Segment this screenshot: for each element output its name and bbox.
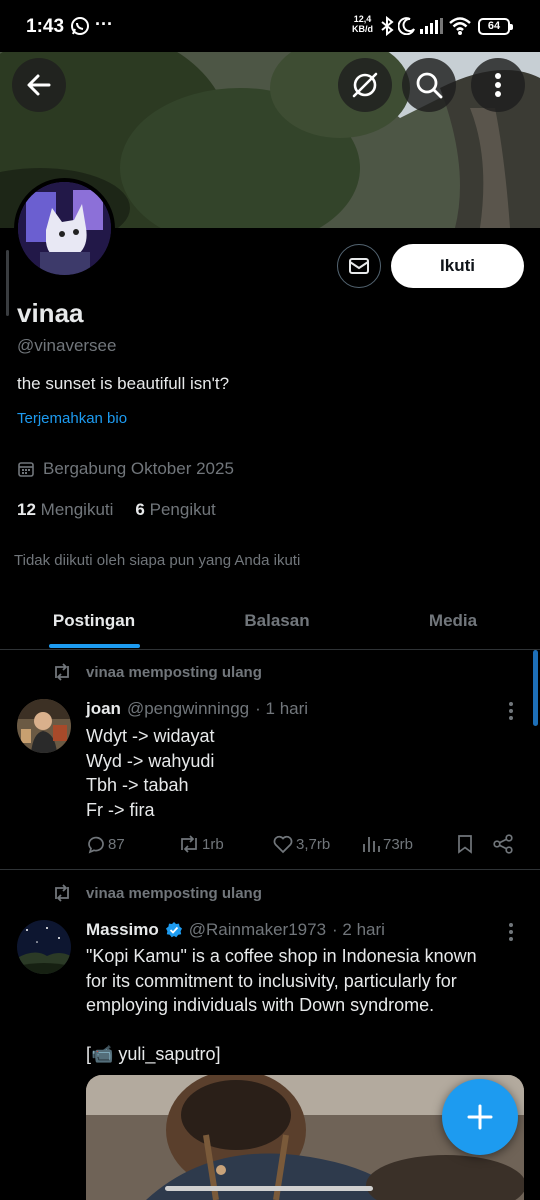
post-text: Wdyt -> widayat Wyd -> wahyudi Tbh -> ta… bbox=[86, 726, 215, 820]
views-button[interactable]: 73rb bbox=[361, 834, 413, 854]
vertical-dots-icon bbox=[509, 702, 513, 720]
reply-button[interactable]: 87 bbox=[86, 834, 125, 854]
post-author-avatar[interactable] bbox=[17, 699, 71, 753]
moon-icon bbox=[398, 17, 416, 35]
share-icon bbox=[493, 834, 513, 854]
bookmark-icon bbox=[458, 835, 472, 854]
repost-count: 1rb bbox=[202, 835, 224, 853]
profile-tabs: Postingan Balasan Media bbox=[0, 592, 540, 650]
followers-count: 6 bbox=[135, 500, 145, 519]
followed-by-text: Tidak diikuti oleh siapa pun yang Anda i… bbox=[14, 552, 301, 569]
avatar-image bbox=[17, 699, 71, 753]
post-more-button[interactable] bbox=[508, 922, 514, 942]
share-button[interactable] bbox=[492, 834, 514, 854]
hide-button[interactable] bbox=[338, 58, 392, 112]
followers-label: Pengikut bbox=[149, 500, 216, 519]
compose-button[interactable] bbox=[442, 1079, 518, 1155]
post-author-avatar[interactable] bbox=[17, 920, 71, 974]
repost-icon bbox=[55, 663, 69, 681]
vertical-dots-icon bbox=[495, 73, 501, 97]
signal-icon bbox=[420, 18, 444, 34]
repost-label-row: vinaa memposting ulang bbox=[52, 884, 262, 902]
joined-date: Bergabung Oktober 2025 bbox=[17, 459, 234, 479]
post-text: "Kopi Kamu" is a coffee shop in Indonesi… bbox=[86, 946, 477, 1064]
search-icon bbox=[416, 72, 443, 99]
profile-handle: @vinaversee bbox=[17, 336, 117, 355]
net-speed-value: 12,4 bbox=[353, 14, 372, 24]
following-label: Mengikuti bbox=[40, 500, 114, 519]
bar-chart-icon bbox=[363, 837, 380, 852]
tab-postingan-label: Postingan bbox=[52, 611, 136, 630]
joined-text: Bergabung Oktober 2025 bbox=[43, 459, 234, 478]
follow-button[interactable]: Ikuti bbox=[391, 244, 524, 288]
follow-stats: 12 Mengikuti 6 Pengikut bbox=[17, 500, 216, 520]
post-author-line: joan @pengwinningg · 1 hari bbox=[86, 699, 308, 719]
like-button[interactable]: 3,7rb bbox=[272, 834, 330, 854]
post-time: · 1 hari bbox=[255, 699, 309, 718]
post-more-button[interactable] bbox=[508, 701, 514, 721]
reply-count: 87 bbox=[108, 835, 125, 853]
heart-icon bbox=[273, 835, 293, 854]
comment-icon bbox=[88, 836, 104, 854]
followers-link[interactable]: 6 Pengikut bbox=[135, 500, 215, 520]
avatar-image bbox=[18, 182, 111, 275]
network-speed: 12,4 KB/d bbox=[352, 14, 373, 34]
arrow-left-icon bbox=[27, 74, 51, 96]
repost-label: vinaa memposting ulang bbox=[86, 663, 262, 681]
post-author-name[interactable]: joan bbox=[86, 699, 121, 719]
active-tab-indicator bbox=[49, 644, 140, 648]
eye-slash-icon bbox=[352, 72, 378, 98]
like-count: 3,7rb bbox=[296, 835, 331, 853]
post-actions: 87 1rb 3,7rb 73rb bbox=[86, 834, 516, 858]
tab-balasan-label: Balasan bbox=[244, 611, 310, 630]
tab-balasan[interactable]: Balasan bbox=[188, 592, 366, 650]
profile-avatar[interactable] bbox=[14, 178, 115, 279]
tab-media-label: Media bbox=[428, 611, 478, 630]
plus-icon bbox=[467, 1104, 493, 1130]
left-scroll-indicator bbox=[6, 250, 9, 316]
status-bar: 1:43 ··· 12,4 KB/d 64 bbox=[0, 0, 540, 52]
net-speed-unit: KB/d bbox=[352, 24, 373, 34]
repost-label: vinaa memposting ulang bbox=[86, 884, 262, 902]
translate-bio-link[interactable]: Terjemahkan bio bbox=[17, 410, 127, 427]
verified-badge-icon bbox=[165, 922, 182, 938]
battery-indicator: 64 bbox=[478, 18, 513, 35]
back-button[interactable] bbox=[12, 58, 66, 112]
following-count: 12 bbox=[17, 500, 36, 519]
bluetooth-icon bbox=[380, 16, 394, 36]
wifi-icon bbox=[448, 16, 472, 36]
repost-button[interactable]: 1rb bbox=[178, 834, 224, 854]
following-link[interactable]: 12 Mengikuti bbox=[17, 500, 113, 520]
repost-icon bbox=[55, 884, 69, 902]
more-options-button[interactable] bbox=[471, 58, 525, 112]
home-indicator[interactable] bbox=[165, 1186, 373, 1191]
views-count: 73rb bbox=[383, 835, 414, 853]
post-time: · 2 hari bbox=[332, 920, 385, 939]
post-author-name[interactable]: Massimo bbox=[86, 920, 159, 940]
post-author-handle[interactable]: @pengwinningg bbox=[127, 699, 249, 719]
vertical-dots-icon bbox=[509, 923, 513, 941]
profile-bio: the sunset is beautifull isn't? bbox=[17, 374, 230, 393]
search-button[interactable] bbox=[402, 58, 456, 112]
post-author-line: Massimo @Rainmaker1973 · 2 hari bbox=[86, 920, 385, 940]
whatsapp-icon bbox=[70, 16, 90, 36]
post-1[interactable]: vinaa memposting ulang joan @pengwinning… bbox=[0, 651, 540, 869]
tab-media[interactable]: Media bbox=[366, 592, 540, 650]
message-button[interactable] bbox=[337, 244, 381, 288]
profile-name: vinaa bbox=[17, 298, 84, 328]
tab-postingan[interactable]: Postingan bbox=[0, 592, 188, 650]
envelope-icon bbox=[349, 258, 369, 274]
repost-label-row: vinaa memposting ulang bbox=[52, 663, 262, 681]
bookmark-button[interactable] bbox=[456, 834, 474, 854]
avatar-image bbox=[17, 920, 71, 974]
repost-icon bbox=[181, 835, 197, 853]
status-time: 1:43 bbox=[26, 16, 65, 37]
status-more: ··· bbox=[95, 14, 113, 34]
calendar-icon bbox=[18, 462, 34, 477]
post-author-handle[interactable]: @Rainmaker1973 bbox=[189, 920, 326, 940]
